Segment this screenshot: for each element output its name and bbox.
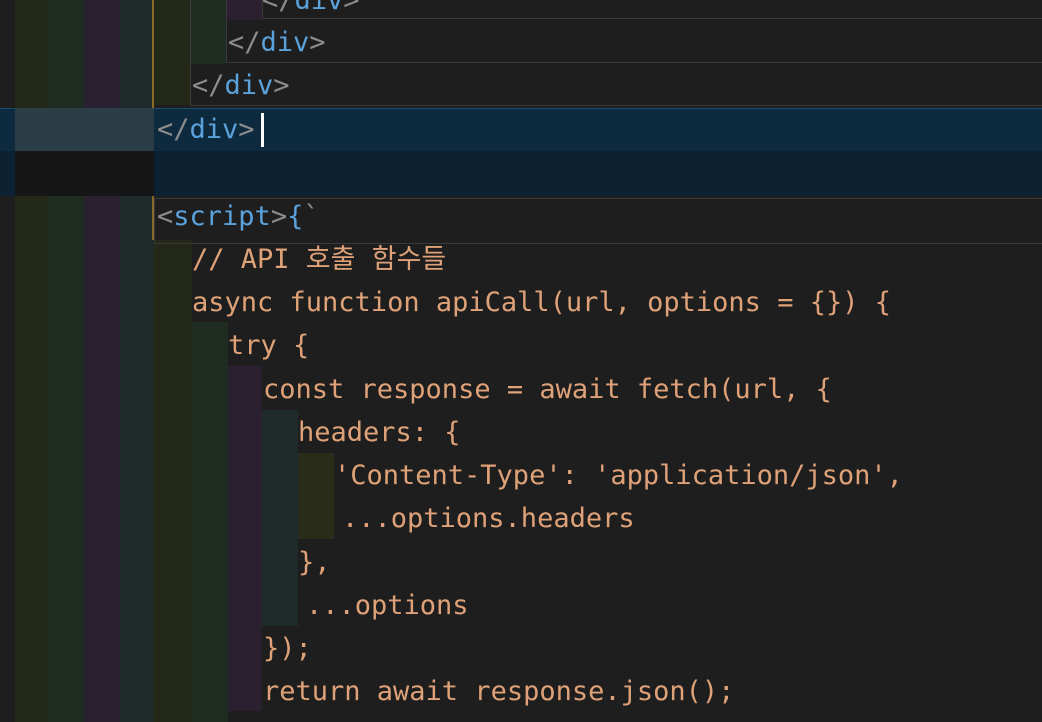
code-line-17[interactable]: return await response.json(); bbox=[263, 670, 734, 713]
code-token: div bbox=[189, 114, 239, 145]
code-line-3[interactable]: </div> bbox=[192, 64, 290, 107]
code-line-7[interactable]: // API 호출 함수들 bbox=[192, 238, 446, 281]
code-token: ...options.headers bbox=[342, 503, 635, 534]
code-line-2[interactable]: </div> bbox=[228, 21, 326, 64]
code-token: try { bbox=[228, 330, 310, 361]
text-cursor bbox=[261, 113, 264, 147]
headers-band bbox=[298, 453, 334, 539]
code-line-1[interactable]: </div> bbox=[262, 0, 360, 22]
code-token: ` bbox=[303, 201, 320, 232]
code-token: }); bbox=[263, 633, 312, 664]
code-token: return await response.json(); bbox=[263, 676, 735, 707]
indent-guide-5 bbox=[154, 0, 190, 105]
code-token: // API 호출 함수들 bbox=[192, 244, 447, 275]
code-token: const response = await fetch(url, { bbox=[263, 374, 832, 405]
code-token: div bbox=[224, 70, 274, 101]
code-token: > bbox=[273, 70, 290, 101]
code-line-10[interactable]: const response = await fetch(url, { bbox=[263, 368, 832, 411]
code-token: }, bbox=[298, 547, 331, 578]
code-token: > bbox=[270, 201, 288, 232]
code-token: div bbox=[260, 27, 310, 58]
code-token: ...options bbox=[306, 590, 469, 621]
code-line-14[interactable]: }, bbox=[298, 541, 331, 584]
code-token: > bbox=[343, 0, 360, 16]
code-token: script bbox=[173, 201, 271, 232]
selection-band bbox=[0, 151, 1042, 196]
code-line-4[interactable]: </div> bbox=[157, 108, 255, 151]
code-line-6[interactable]: <script>{` bbox=[157, 195, 320, 238]
try-band bbox=[228, 366, 262, 711]
fetch-band bbox=[262, 410, 298, 626]
gutter-dark bbox=[15, 151, 154, 196]
code-token: > bbox=[309, 27, 326, 58]
code-line-12[interactable]: 'Content-Type': 'application/json', bbox=[334, 454, 903, 497]
code-line-18[interactable]: } catch (error) { bbox=[228, 713, 504, 722]
code-token: 'Content-Type': 'application/json', bbox=[334, 460, 903, 491]
code-line-11[interactable]: headers: { bbox=[298, 411, 461, 454]
code-token: > bbox=[238, 114, 255, 145]
code-token: < bbox=[157, 201, 174, 232]
current-line-gutter bbox=[15, 108, 154, 151]
code-line-8[interactable]: async function apiCall(url, options = {}… bbox=[192, 281, 891, 324]
code-line-9[interactable]: try { bbox=[228, 324, 309, 367]
script-band bbox=[154, 240, 192, 722]
code-token: { bbox=[287, 201, 304, 232]
code-token: </ bbox=[262, 0, 295, 16]
code-token: </ bbox=[157, 114, 190, 145]
code-token: div bbox=[294, 0, 344, 16]
code-line-15[interactable]: ...options bbox=[306, 584, 469, 627]
code-token: </ bbox=[192, 70, 225, 101]
code-editor[interactable]: </div> </div> </div> </div> <script>{` /… bbox=[0, 0, 1042, 722]
code-line-16[interactable]: }); bbox=[263, 627, 312, 670]
fn-band bbox=[192, 322, 228, 722]
code-token: headers: { bbox=[298, 417, 461, 448]
code-token: async function apiCall(url, options = {}… bbox=[192, 287, 891, 318]
code-token: </ bbox=[228, 27, 261, 58]
code-line-13[interactable]: ...options.headers bbox=[342, 497, 635, 540]
